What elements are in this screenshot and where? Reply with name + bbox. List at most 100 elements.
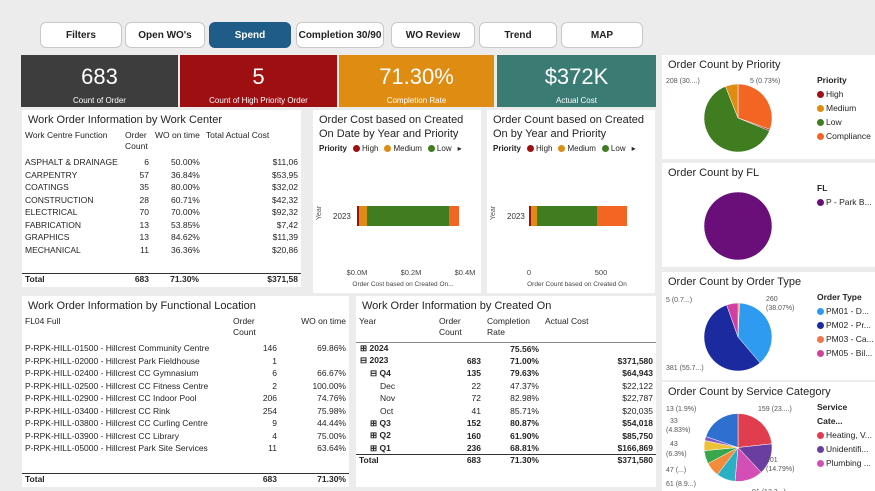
table-row[interactable]: ELECTRICAL 70 70.00% $92,32 xyxy=(22,206,301,219)
low-dot-icon xyxy=(427,145,435,153)
table-row[interactable]: P-RPK-HILL-03800 - Hillcrest CC Curling … xyxy=(22,417,349,430)
col-header-count[interactable]: Order Count xyxy=(436,316,484,342)
pie-data-label: 43 xyxy=(670,441,678,448)
table-row[interactable]: ⊞ 2024 75.56% xyxy=(356,342,656,355)
legend-low[interactable]: Low xyxy=(601,144,626,153)
table-row[interactable]: GRAPHICS 13 84.62% $11,39 xyxy=(22,231,301,244)
legend-item[interactable]: PM05 - Bil... xyxy=(817,346,875,360)
table-row[interactable]: P-RPK-HILL-02400 - Hillcrest CC Gymnasiu… xyxy=(22,367,349,380)
legend-item[interactable]: PM02 - Pr... xyxy=(817,318,875,332)
legend-high[interactable]: High xyxy=(527,144,552,153)
table-cell: FABRICATION xyxy=(25,219,82,230)
bar-compliance[interactable] xyxy=(597,206,627,226)
legend-item[interactable]: Compliance xyxy=(817,129,875,143)
bar-high[interactable] xyxy=(529,206,531,226)
total-cell: 71.30% xyxy=(280,473,349,484)
table-row[interactable]: Nov 72 82.98% $22,787 xyxy=(356,392,656,405)
table-cell: ⊞ 2024 xyxy=(360,343,389,353)
legend-item[interactable]: Medium xyxy=(817,101,875,115)
col-header-fl[interactable]: FL04 Full xyxy=(22,316,230,342)
x-tick-1: $0.2M xyxy=(401,268,422,277)
pie-slice[interactable] xyxy=(737,413,773,448)
bar-compliance[interactable] xyxy=(449,206,459,226)
table-row[interactable]: CONSTRUCTION 28 60.71% $42,32 xyxy=(22,194,301,207)
col-header-count[interactable]: Order Count xyxy=(122,130,152,156)
total-cell: $371,580 xyxy=(542,454,656,465)
table-row[interactable]: P-RPK-HILL-05000 - Hillcrest Park Site S… xyxy=(22,442,349,455)
table-cell: P-RPK-HILL-03900 - Hillcrest CC Library xyxy=(25,430,179,441)
table-row[interactable]: ASPHALT & DRAINAGE 6 50.00% $11,06 xyxy=(22,156,301,169)
table-row[interactable]: P-RPK-HILL-02900 - Hillcrest CC Indoor P… xyxy=(22,392,349,405)
col-header-count[interactable]: Order Count xyxy=(230,316,280,342)
tab-completion-30-90[interactable]: Completion 30/90 xyxy=(296,22,384,48)
table-cell: 160 xyxy=(466,430,481,441)
col-header-ontime[interactable]: WO on time xyxy=(152,130,203,156)
legend-item[interactable]: Low xyxy=(817,115,875,129)
legend-medium[interactable]: Medium xyxy=(558,144,596,153)
col-header-ontime[interactable]: WO on time xyxy=(280,316,349,342)
table-row[interactable]: ⊞ Q2 160 61.90% $85,750 xyxy=(356,430,656,443)
legend-item[interactable]: Unidentifi... xyxy=(817,442,875,456)
table-cell: 82.98% xyxy=(510,393,539,404)
col-header-wc[interactable]: Work Centre Function xyxy=(22,130,122,156)
table-row[interactable]: ⊟ Q4 135 79.63% $64,943 xyxy=(356,367,656,380)
tab-map[interactable]: MAP xyxy=(561,22,643,48)
table-row[interactable]: Oct 41 85.71% $20,035 xyxy=(356,405,656,418)
bar-medium[interactable] xyxy=(359,206,367,226)
kpi-label: Actual Cost xyxy=(556,96,597,105)
legend-dot-icon xyxy=(817,119,824,127)
table-row[interactable]: ⊟ 2023 683 71.00% $371,580 xyxy=(356,355,656,368)
fl2-legend: FL P - Park B... xyxy=(817,181,875,209)
legend-next-icon[interactable]: ▸ xyxy=(458,144,462,153)
pie-slice[interactable] xyxy=(703,191,773,261)
tab-wo-review[interactable]: WO Review xyxy=(391,22,475,48)
table-row[interactable]: P-RPK-HILL-03400 - Hillcrest CC Rink 254 7… xyxy=(22,405,349,418)
bar-high[interactable] xyxy=(357,206,359,226)
legend-high[interactable]: High xyxy=(353,144,378,153)
fl-total: Total 683 71.30% xyxy=(22,473,349,484)
x-tick-1: 500 xyxy=(595,268,608,277)
table-row[interactable]: P-RPK-HILL-02500 - Hillcrest CC Fitness … xyxy=(22,380,349,393)
table-row[interactable]: P-RPK-HILL-01500 - Hillcrest Community C… xyxy=(22,342,349,355)
pie-data-label: 33 xyxy=(670,418,678,425)
created-on-panel: Work Order Information by Created On Yea… xyxy=(356,296,656,487)
table-cell: 71.00% xyxy=(510,355,539,366)
col-header-cost[interactable]: Total Actual Cost xyxy=(203,130,301,156)
table-cell: 22 xyxy=(471,380,481,391)
col-header-year[interactable]: Year xyxy=(356,316,436,342)
bar-medium[interactable] xyxy=(531,206,537,226)
legend-item[interactable]: Heating, V... xyxy=(817,428,875,442)
table-row[interactable]: P-RPK-HILL-02000 - Hillcrest Park Fieldh… xyxy=(22,355,349,368)
tab-filters[interactable]: Filters xyxy=(40,22,122,48)
legend-item[interactable]: PM03 - Ca... xyxy=(817,332,875,346)
legend-item[interactable]: High xyxy=(817,87,875,101)
legend-item[interactable]: P - Park B... xyxy=(817,195,875,209)
medium-dot-icon xyxy=(384,145,392,153)
tab-trend[interactable]: Trend xyxy=(479,22,557,48)
tab-spend[interactable]: Spend xyxy=(209,22,291,48)
table-row[interactable]: Dec 22 47.37% $22,122 xyxy=(356,380,656,393)
table-row[interactable]: ⊞ Q3 152 80.87% $54,018 xyxy=(356,417,656,430)
legend-next-icon[interactable]: ▸ xyxy=(632,144,636,153)
col-header-cost[interactable]: Actual Cost xyxy=(542,316,656,342)
legend-item[interactable]: PM01 - D... xyxy=(817,304,875,318)
tab-open-wo-s[interactable]: Open WO's xyxy=(125,22,205,48)
bar-low[interactable] xyxy=(367,206,449,226)
table-cell: 47.37% xyxy=(510,380,539,391)
legend-item[interactable]: Plumbing ... xyxy=(817,456,875,470)
legend-medium[interactable]: Medium xyxy=(384,144,422,153)
table-cell: $7,42 xyxy=(276,219,298,230)
table-row[interactable]: FABRICATION 13 53.85% $7,42 xyxy=(22,219,301,232)
col-header-rate[interactable]: Completion Rate xyxy=(484,316,542,342)
table-row[interactable]: COATINGS 35 80.00% $32,02 xyxy=(22,181,301,194)
pie-data-label: 5 (0.7...) xyxy=(666,297,692,304)
table-row[interactable]: P-RPK-HILL-03900 - Hillcrest CC Library 4… xyxy=(22,430,349,443)
table-cell: 1 xyxy=(272,355,277,366)
table-row[interactable]: ⊞ Q1 236 68.81% $166,869 xyxy=(356,442,656,455)
bar-low[interactable] xyxy=(537,206,597,226)
table-row[interactable]: CARPENTRY 57 36.84% $53,95 xyxy=(22,169,301,182)
table-row[interactable]: MECHANICAL 11 36.36% $20,86 xyxy=(22,244,301,257)
legend-low[interactable]: Low xyxy=(427,144,452,153)
pri-panel: Order Count by Priority 208 (30....) 5 (0.… xyxy=(662,55,875,159)
kpi-value: 5 xyxy=(252,64,265,89)
